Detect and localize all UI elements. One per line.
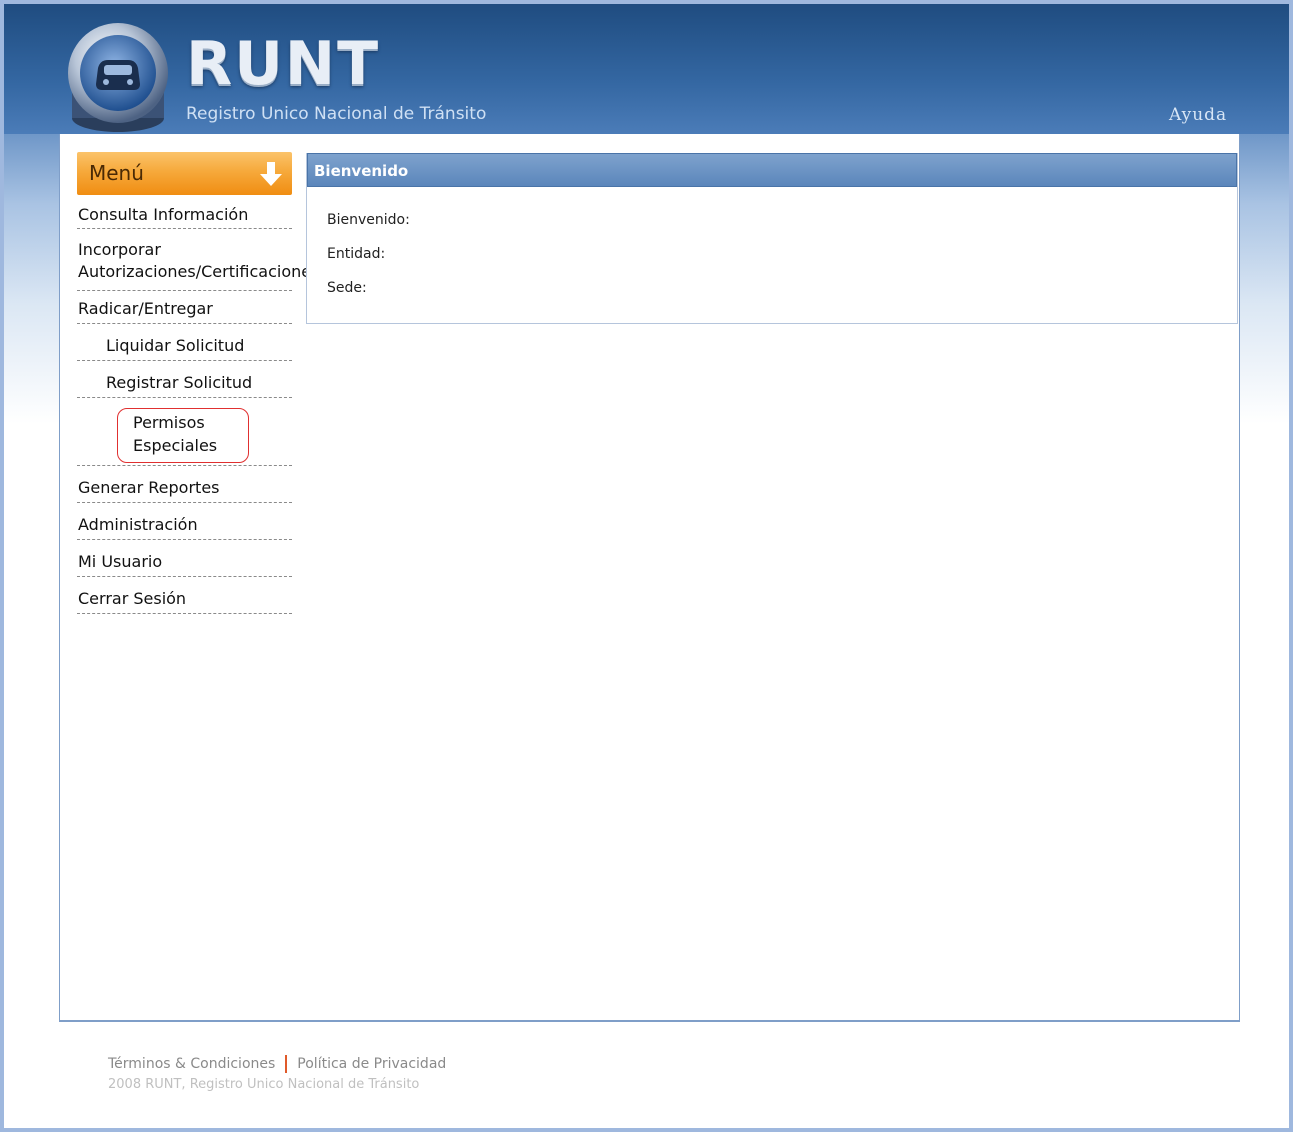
menu-item-label: Radicar/Entregar bbox=[78, 299, 213, 318]
terms-link[interactable]: Términos & Condiciones bbox=[108, 1056, 275, 1072]
menu-item-registrar-solicitud[interactable]: Registrar Solicitud bbox=[77, 361, 292, 398]
footer-separator bbox=[285, 1055, 288, 1073]
menu-item-label: Cerrar Sesión bbox=[78, 589, 187, 608]
field-label-bienvenido: Bienvenido: bbox=[327, 212, 410, 228]
menu-item-label: Mi Usuario bbox=[78, 552, 163, 571]
welcome-title-bar: Bienvenido bbox=[307, 153, 1237, 187]
menu-item-mi-usuario[interactable]: Mi Usuario bbox=[77, 540, 292, 577]
menu-header[interactable]: Menú bbox=[77, 152, 292, 195]
runt-car-logo-icon bbox=[68, 23, 168, 132]
help-link[interactable]: Ayuda bbox=[1169, 105, 1227, 125]
menu-item-label-line1: Permisos bbox=[133, 413, 205, 432]
menu-item-radicar-entregar[interactable]: Radicar/Entregar bbox=[77, 291, 292, 324]
menu-item-label-line1: Incorporar bbox=[78, 240, 161, 259]
menu-item-label-line2: Autorizaciones/Certificaciones bbox=[78, 262, 320, 281]
menu-item-consulta-informacion[interactable]: Consulta Información bbox=[77, 196, 292, 229]
menu-item-label: Permisos Especiales bbox=[133, 411, 233, 457]
privacy-link[interactable]: Política de Privacidad bbox=[297, 1056, 446, 1072]
menu-item-liquidar-solicitud[interactable]: Liquidar Solicitud bbox=[77, 324, 292, 361]
menu-item-label: Liquidar Solicitud bbox=[106, 336, 245, 355]
arrow-down-icon bbox=[260, 162, 282, 186]
menu-title: Menú bbox=[89, 161, 144, 185]
field-label-entidad: Entidad: bbox=[327, 246, 386, 262]
menu-item-label: Generar Reportes bbox=[78, 478, 220, 497]
menu-item-label: Administración bbox=[78, 515, 198, 534]
menu-item-administracion[interactable]: Administración bbox=[77, 503, 292, 540]
menu-item-label-line2: Especiales bbox=[133, 436, 218, 455]
brand-logo-text: RUNT bbox=[186, 29, 381, 99]
menu-item-label: Registrar Solicitud bbox=[106, 373, 253, 392]
sidebar-menu: Consulta Información Incorporar Autoriza… bbox=[77, 196, 319, 614]
menu-item-label: Consulta Información bbox=[78, 205, 249, 224]
footer: Términos & Condiciones Política de Priva… bbox=[108, 1055, 446, 1092]
menu-item-generar-reportes[interactable]: Generar Reportes bbox=[77, 466, 292, 503]
header: RUNT Registro Unico Nacional de Tránsito… bbox=[4, 4, 1289, 134]
brand-subtitle: Registro Unico Nacional de Tránsito bbox=[186, 104, 487, 124]
menu-item-incorporar-autorizaciones[interactable]: Incorporar Autorizaciones/Certificacione… bbox=[77, 229, 319, 291]
menu-item-cerrar-sesion[interactable]: Cerrar Sesión bbox=[77, 577, 292, 614]
welcome-panel: Bienvenido Bienvenido: Entidad: Sede: bbox=[306, 153, 1238, 324]
footer-links: Términos & Condiciones Política de Priva… bbox=[108, 1055, 446, 1073]
copyright-text: 2008 RUNT, Registro Unico Nacional de Tr… bbox=[108, 1077, 420, 1092]
menu-item-permisos-especiales[interactable]: Permisos Especiales bbox=[77, 398, 292, 466]
welcome-title: Bienvenido bbox=[314, 162, 409, 180]
field-label-sede: Sede: bbox=[327, 280, 367, 296]
